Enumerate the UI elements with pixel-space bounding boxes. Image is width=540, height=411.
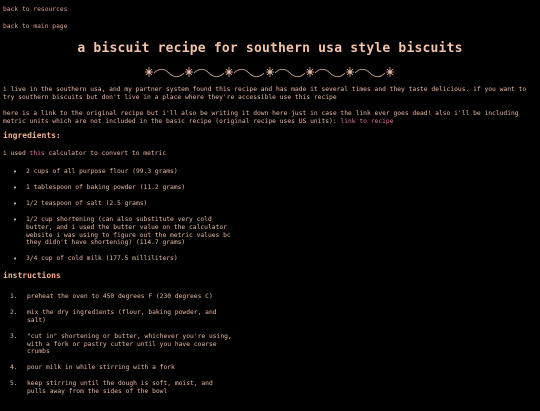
calculator-link[interactable]: this	[30, 150, 45, 157]
instruction-step: 5. keep stirring until the dough is soft,…	[10, 380, 233, 396]
step-text: keep stirring until the dough is soft, m…	[27, 380, 213, 396]
ingredients-heading: ingredients:	[3, 131, 61, 141]
instructions-heading: instructions	[3, 271, 61, 281]
back-to-main-link[interactable]: back to main page	[3, 23, 537, 31]
instruction-step: 1. preheat the oven to 450 degrees F (230…	[10, 293, 233, 301]
step-text: mix the dry ingredients (flour, baking p…	[27, 309, 217, 324]
step-number: 2.	[10, 309, 18, 316]
step-number: 1.	[10, 293, 18, 301]
instruction-step: 4. pour milk in while stirring with a for…	[10, 364, 233, 372]
instructions-list: 1. preheat the oven to 450 degrees F (230…	[3, 293, 537, 396]
back-to-resources-link[interactable]: back to resources	[3, 6, 537, 14]
page: back to resources back to main page a bi…	[0, 6, 540, 411]
step-number: 4.	[10, 364, 18, 372]
ingredients-list: 2 cups of all purpose flour (99.3 grams)…	[3, 168, 537, 264]
intro-paragraph: i live in the southern usa, and my partn…	[3, 85, 527, 101]
ingredient-item: 2 cups of all purpose flour (99.3 grams)	[13, 168, 231, 177]
instruction-step: 3. "cut in" shortening or butter, whichev…	[10, 332, 233, 357]
step-text: preheat the oven to 450 degrees F (230 d…	[27, 293, 213, 301]
original-recipe-text: here is a link to the original recipe bu…	[3, 109, 519, 125]
step-number: 5.	[10, 380, 18, 388]
calculator-note-after: calculator to convert to metric	[44, 150, 167, 158]
step-number: 3.	[10, 332, 18, 340]
ingredient-item: 1/2 cup shortening (can also substitute …	[13, 216, 231, 247]
ingredient-item: 1/2 teaspoon of salt (2.5 grams)	[13, 200, 231, 209]
step-text: pour milk in while stirring with a fork	[27, 364, 175, 372]
link-to-recipe[interactable]: link to recipe	[340, 118, 393, 125]
calculator-note-before: i used	[3, 150, 30, 158]
divider-flower-1-icon	[145, 66, 153, 77]
floral-vine-divider-icon	[3, 66, 537, 78]
instruction-step: 2. mix the dry ingredients (flour, baking…	[10, 309, 233, 325]
original-recipe-paragraph: here is a link to the original recipe bu…	[3, 110, 537, 126]
page-title: a biscuit recipe for southern usa style …	[77, 40, 463, 56]
ingredient-item: 1 tablespoon of baking powder (11.2 gram…	[13, 184, 231, 193]
ingredient-item: 3/4 cup of cold milk (177.5 milliliters)	[13, 255, 231, 264]
step-text: "cut in" shortening or butter, whichever…	[27, 332, 232, 356]
calculator-note: i used this calculator to convert to met…	[3, 150, 537, 158]
